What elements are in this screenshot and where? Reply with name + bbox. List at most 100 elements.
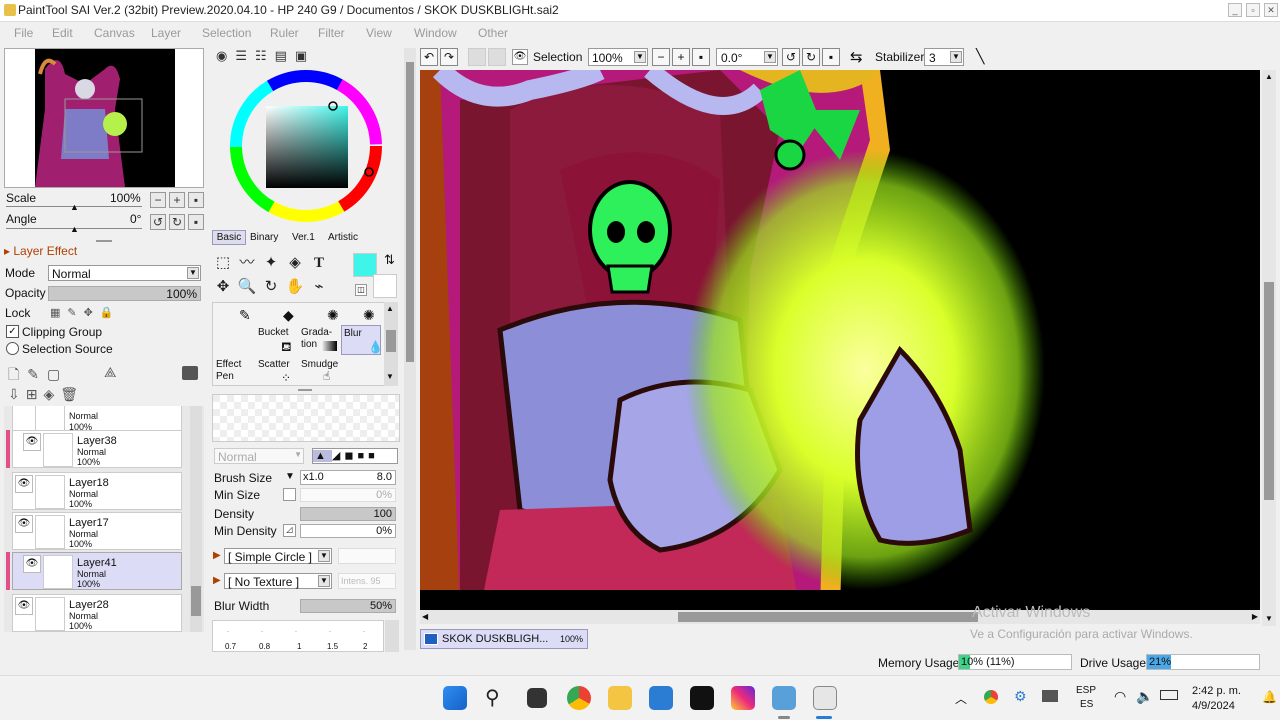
texture-intensity-slider[interactable]: Intens. 95: [338, 573, 396, 589]
rotate-left-button[interactable]: ↺: [782, 48, 800, 66]
lasso-icon[interactable]: 〰: [236, 252, 258, 274]
shape-intensity-slider[interactable]: [338, 548, 396, 564]
tray-monitor-icon[interactable]: [1042, 690, 1058, 702]
rotate-left-button[interactable]: ↺: [150, 214, 166, 230]
chevron-up-icon[interactable]: ︿: [955, 690, 967, 707]
navigator-preview[interactable]: [4, 48, 204, 188]
tab-ver1[interactable]: Ver.1: [292, 232, 315, 243]
clipping-group-checkbox[interactable]: ✓: [6, 325, 19, 338]
battery-icon[interactable]: [1160, 690, 1178, 700]
preset-size[interactable]: 1: [297, 642, 301, 651]
chrome-icon[interactable]: [567, 686, 591, 710]
presets-scrollbar[interactable]: [385, 620, 399, 652]
scroll-down-icon[interactable]: ▼: [386, 372, 394, 381]
smudge-label[interactable]: Smudge: [301, 359, 338, 370]
menu-file[interactable]: File: [14, 26, 33, 40]
painttool-sai-icon[interactable]: [813, 686, 837, 710]
tab-artistic[interactable]: Artistic: [328, 232, 358, 243]
canvas-v-scrollbar[interactable]: ▲ ▼: [1262, 70, 1276, 626]
file-explorer-icon[interactable]: [608, 686, 632, 710]
hand-icon[interactable]: ✋: [284, 276, 306, 298]
invert-selection-button[interactable]: [488, 48, 506, 66]
menu-filter[interactable]: Filter: [318, 26, 345, 40]
line-tool-icon[interactable]: ╲: [976, 48, 984, 65]
zoom-icon[interactable]: 🔍: [236, 276, 258, 298]
preset-size[interactable]: 1.5: [327, 642, 338, 651]
brush-shape-select[interactable]: [ Simple Circle ] ▼: [224, 548, 332, 564]
texture-select[interactable]: [ No Texture ] ▼: [224, 573, 332, 589]
tiktok-icon[interactable]: [690, 686, 714, 710]
eye-icon[interactable]: 👁: [15, 515, 33, 533]
eye-icon[interactable]: 👁: [512, 49, 528, 65]
layer-row[interactable]: 👁 Layer38 Normal 100%: [12, 430, 182, 468]
tools-panel-scrollbar[interactable]: [404, 48, 416, 650]
zoom-reset-button[interactable]: ▪: [692, 48, 710, 66]
color-wheel[interactable]: [228, 68, 384, 224]
drawing-canvas[interactable]: [420, 70, 1260, 610]
close-button[interactable]: ✕: [1264, 3, 1278, 17]
angle-slider-thumb[interactable]: ▲: [70, 224, 79, 234]
layer-row-selected[interactable]: 👁 Layer41 Normal 100%: [12, 552, 182, 590]
layer-list-scroll-thumb[interactable]: [191, 586, 201, 616]
min-size-checkbox[interactable]: [283, 488, 296, 501]
brush-scroll-thumb[interactable]: [386, 330, 396, 352]
menu-layer[interactable]: Layer: [151, 26, 181, 40]
redo-button[interactable]: ↷: [440, 48, 458, 66]
minimize-button[interactable]: _: [1228, 3, 1242, 17]
eye-icon[interactable]: 👁: [15, 475, 33, 493]
layer-row[interactable]: 👁 Layer17 Normal 100%: [12, 512, 182, 550]
layer-filter-icon[interactable]: ⟁: [104, 364, 117, 381]
undo-button[interactable]: ↶: [420, 48, 438, 66]
menu-edit[interactable]: Edit: [52, 26, 73, 40]
flip-horizontal-icon[interactable]: ⇆: [850, 48, 863, 66]
brush-size-multiplier-dropdown[interactable]: ▼: [285, 471, 295, 482]
volume-icon[interactable]: 🔈: [1136, 688, 1153, 705]
opacity-slider[interactable]: 100%: [48, 286, 201, 301]
search-icon[interactable]: ⚲: [485, 685, 500, 710]
panel-splitter[interactable]: [96, 240, 112, 242]
canvas-h-scrollbar[interactable]: ◀ ▶: [420, 610, 1260, 624]
eye-icon[interactable]: 👁: [23, 555, 41, 573]
zoom-in-button[interactable]: +: [169, 192, 185, 208]
zoom-out-button[interactable]: −: [150, 192, 166, 208]
brush-bucket[interactable]: [213, 329, 255, 359]
windows-start-icon[interactable]: [443, 686, 467, 710]
language-code[interactable]: ESP: [1076, 685, 1096, 696]
scroll-down-icon[interactable]: ▼: [1265, 614, 1273, 623]
layer-actions-row2[interactable]: ⇩⊞◈🗑: [8, 386, 84, 403]
menu-selection[interactable]: Selection: [202, 26, 251, 40]
maximize-button[interactable]: ▫: [1246, 3, 1260, 17]
tray-app-icon[interactable]: ⚙: [1014, 688, 1027, 705]
rotate-right-button[interactable]: ↻: [802, 48, 820, 66]
effect-pen-label[interactable]: Effect Pen: [216, 359, 241, 383]
tab-basic[interactable]: Basic: [212, 230, 246, 245]
scale-slider-thumb[interactable]: ▲: [70, 202, 79, 212]
blend-mode-select[interactable]: Normal ▼: [214, 448, 304, 464]
notification-icon[interactable]: 🔔: [1262, 690, 1277, 704]
scroll-up-icon[interactable]: ▲: [386, 304, 394, 313]
keyboard-layout[interactable]: ES: [1080, 699, 1093, 710]
brush-blur-selected[interactable]: Blur 💧: [341, 325, 383, 355]
scroll-right-icon[interactable]: ▶: [1252, 612, 1258, 621]
brush-shape-selector[interactable]: ▲ ◢◼■■: [312, 448, 398, 464]
menu-view[interactable]: View: [366, 26, 392, 40]
scatter-label[interactable]: Scatter: [258, 359, 290, 370]
rect-select-icon[interactable]: ⬚: [212, 252, 234, 274]
lock-options[interactable]: ▦✎✥🔒: [50, 306, 121, 319]
layer-mask-button[interactable]: [182, 366, 198, 380]
blur-width-slider[interactable]: 50%: [300, 599, 396, 613]
min-density-curve-icon[interactable]: ◿: [283, 524, 296, 537]
brush-palette-scrollbar[interactable]: ▲ ▼: [384, 302, 398, 386]
canvas-h-scroll-thumb[interactable]: [678, 612, 978, 622]
mode-select[interactable]: Normal ▼: [48, 265, 201, 281]
zoom-reset-button[interactable]: ▪: [188, 192, 204, 208]
secondary-color-swatch[interactable]: [373, 274, 397, 298]
bucket-label[interactable]: Bucket: [258, 327, 289, 338]
min-density-slider[interactable]: 0%: [300, 524, 396, 538]
panel-splitter[interactable]: [298, 389, 312, 391]
preset-size[interactable]: 0.7: [225, 642, 236, 651]
rotate-right-button[interactable]: ↻: [169, 214, 185, 230]
eyedropper-icon[interactable]: ⌁: [308, 276, 330, 298]
texture-expand-icon[interactable]: ▶: [213, 575, 221, 586]
angle-select[interactable]: 0.0° ▼: [716, 48, 778, 66]
